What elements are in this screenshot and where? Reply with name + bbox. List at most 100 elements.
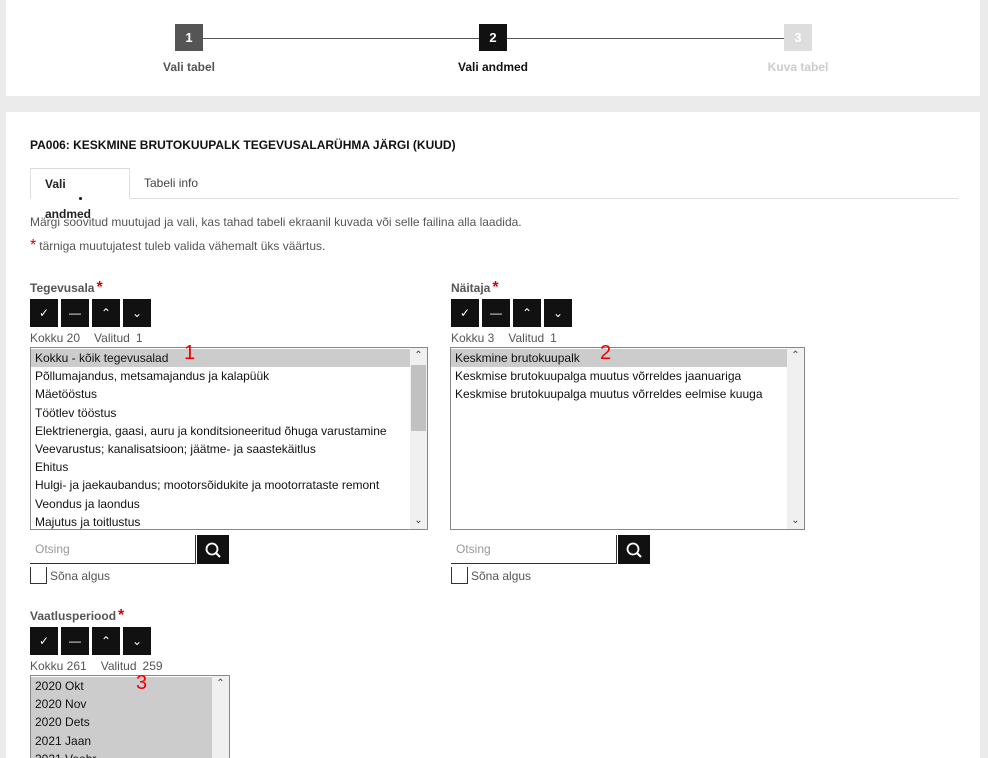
list-item[interactable]: Majutus ja toitlustus [31, 513, 411, 529]
naitaja-search-input[interactable] [451, 535, 617, 564]
scroll-down-icon[interactable]: ⌄ [410, 513, 427, 529]
scrollbar[interactable]: ⌃ [212, 676, 229, 758]
main-panel: PA006: KESKMINE BRUTOKUUPALK TEGEVUSALAR… [6, 112, 980, 758]
tegevusala-search-input[interactable] [30, 535, 196, 564]
tab-vali-andmed[interactable]: Vali andmed [30, 168, 130, 221]
chevron-down-icon: ⌄ [131, 306, 143, 320]
variable-label: Näitaja [451, 281, 491, 295]
annotation-marker: 1 [184, 342, 196, 364]
scroll-down-icon[interactable]: ⌄ [787, 513, 804, 529]
step-number: 2 [479, 24, 507, 51]
steps-panel: 1 Vali tabel 2 Vali andmed 3 Kuva tabel [6, 0, 980, 96]
step-label: Vali tabel [162, 60, 216, 74]
step-number: 3 [784, 24, 812, 51]
chevron-up-icon: ⌃ [100, 306, 112, 320]
step-label: Kuva tabel [767, 60, 829, 74]
checkbox[interactable] [451, 567, 468, 584]
step-2[interactable]: 2 Vali andmed [433, 24, 553, 74]
minus-icon: — [490, 306, 502, 320]
tab-bar: Vali andmed Tabeli info [30, 168, 958, 221]
scroll-up-icon[interactable]: ⌃ [212, 676, 229, 692]
deselect-all-button[interactable]: — [61, 627, 89, 655]
vaatlusperiood-listbox[interactable]: 2020 Okt 2020 Nov 2020 Dets 2021 Jaan 20… [30, 675, 230, 758]
total-count: Kokku 20 [30, 331, 81, 345]
list-item[interactable]: 2020 Dets [31, 713, 213, 732]
sort-up-button[interactable]: ⌃ [92, 299, 120, 327]
sort-up-button[interactable]: ⌃ [513, 299, 541, 327]
list-item[interactable]: Keskmise brutokuupalga muutus võrreldes … [451, 367, 788, 385]
step-1[interactable]: 1 Vali tabel [129, 24, 249, 74]
scroll-up-icon[interactable]: ⌃ [787, 348, 804, 364]
selected-label: Valitud [508, 331, 545, 345]
tegevusala-toolbar: ✓ — ⌃ ⌄ [30, 299, 151, 327]
naitaja-search-button[interactable] [618, 535, 650, 564]
naitaja-listbox[interactable]: Keskmine brutokuupalk Keskmise brutokuup… [450, 347, 805, 530]
tegevusala-word-start-checkbox[interactable]: Sõna algus [30, 567, 110, 584]
list-item[interactable]: 2020 Okt [31, 677, 213, 696]
select-all-button[interactable]: ✓ [451, 299, 479, 327]
annotation-marker: 3 [136, 672, 148, 694]
checkbox-label: Sõna algus [471, 568, 532, 583]
tegevusala-search-button[interactable] [197, 535, 229, 564]
minus-icon: — [69, 634, 81, 648]
list-item[interactable]: Elektrienergia, gaasi, auru ja konditsio… [31, 422, 411, 440]
chevron-down-icon: ⌄ [131, 634, 143, 648]
tegevusala-counts: Kokku 20 Valitud 1 [30, 331, 157, 345]
sort-up-button[interactable]: ⌃ [92, 627, 120, 655]
step-label: Vali andmed [457, 60, 529, 74]
list-item[interactable]: Veondus ja laondus [31, 495, 411, 513]
chevron-down-icon: ⌄ [552, 306, 564, 320]
annotation-marker: 2 [600, 342, 612, 364]
required-star: * [492, 279, 499, 296]
list-item[interactable]: Keskmise brutokuupalga muutus võrreldes … [451, 385, 788, 403]
sort-down-button[interactable]: ⌄ [544, 299, 572, 327]
total-count: Kokku 261 [30, 659, 87, 673]
check-icon: ✓ [38, 306, 50, 320]
required-note-text: tärniga muutujatest tuleb valida vähemal… [39, 239, 326, 253]
list-item[interactable]: 2021 Jaan [31, 731, 213, 750]
required-note: * tärniga muutujatest tuleb valida vähema… [30, 237, 325, 255]
list-item[interactable]: Veevarustus; kanalisatsioon; jäätme- ja … [31, 440, 411, 458]
deselect-all-button[interactable]: — [61, 299, 89, 327]
scrollbar[interactable]: ⌃ ⌄ [787, 348, 804, 529]
checkbox[interactable] [30, 567, 47, 584]
active-tab-indicator [79, 197, 82, 200]
scrollbar[interactable]: ⌃ ⌄ [410, 348, 427, 529]
table-title: PA006: KESKMINE BRUTOKUUPALK TEGEVUSALAR… [30, 138, 456, 152]
vaatlusperiood-items: 2020 Okt 2020 Nov 2020 Dets 2021 Jaan 20… [31, 677, 213, 758]
naitaja-label: Näitaja * [451, 279, 499, 297]
search-icon [205, 542, 221, 558]
search-icon [626, 542, 642, 558]
deselect-all-button[interactable]: — [482, 299, 510, 327]
naitaja-items: Keskmine brutokuupalk Keskmise brutokuup… [451, 349, 788, 404]
tab-tabeli-info[interactable]: Tabeli info [130, 168, 212, 199]
check-icon: ✓ [459, 306, 471, 320]
list-item[interactable]: Põllumajandus, metsamajandus ja kalapüük [31, 367, 411, 385]
list-item[interactable]: Töötlev tööstus [31, 404, 411, 422]
selected-count: 1 [135, 331, 143, 345]
list-item[interactable]: 2021 Veebr [31, 749, 213, 758]
list-item[interactable]: Kokku - kõik tegevusalad [31, 349, 411, 368]
list-item[interactable]: Mäetööstus [31, 385, 411, 403]
select-all-button[interactable]: ✓ [30, 299, 58, 327]
sort-down-button[interactable]: ⌄ [123, 299, 151, 327]
naitaja-word-start-checkbox[interactable]: Sõna algus [451, 567, 531, 584]
variable-label: Vaatlusperiood [30, 609, 117, 623]
tegevusala-label: Tegevusala * [30, 279, 103, 297]
list-item[interactable]: 2020 Nov [31, 695, 213, 714]
list-item[interactable]: Hulgi- ja jaekaubandus; mootorsõidukite … [31, 476, 411, 494]
variable-label: Tegevusala [30, 281, 95, 295]
sort-down-button[interactable]: ⌄ [123, 627, 151, 655]
scroll-up-icon[interactable]: ⌃ [410, 348, 427, 364]
list-item[interactable]: Ehitus [31, 458, 411, 476]
step-number: 1 [175, 24, 203, 51]
tegevusala-listbox[interactable]: Kokku - kõik tegevusalad Põllumajandus, … [30, 347, 428, 530]
instruction-text: Märgi soovitud muutujad ja vali, kas tah… [30, 215, 522, 229]
list-item[interactable]: Keskmine brutokuupalk [451, 349, 788, 368]
checkbox-label: Sõna algus [50, 568, 111, 583]
select-all-button[interactable]: ✓ [30, 627, 58, 655]
vaatlusperiood-toolbar: ✓ — ⌃ ⌄ [30, 627, 151, 655]
chevron-up-icon: ⌃ [100, 634, 112, 648]
selected-label: Valitud [94, 331, 130, 345]
scroll-thumb[interactable] [411, 365, 426, 431]
